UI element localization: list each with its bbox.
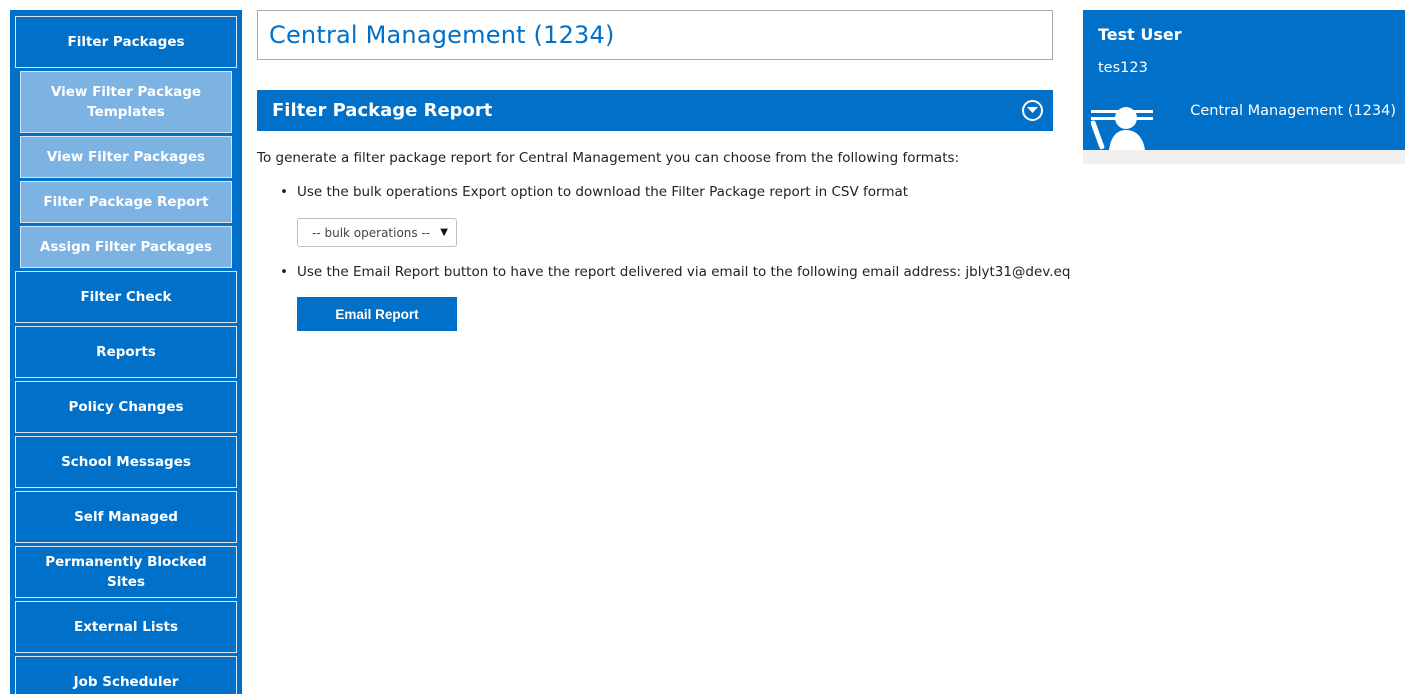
section-header: Filter Package Report	[257, 90, 1053, 131]
sidebar-item-filter-package-report[interactable]: Filter Package Report	[20, 181, 232, 223]
sidebar-item-permanently-blocked-sites[interactable]: Permanently Blocked Sites	[15, 546, 237, 598]
bullet-email-text: Use the Email Report button to have the …	[297, 264, 1071, 280]
bulk-operations-select[interactable]: -- bulk operations -- ▼	[297, 218, 457, 247]
bullet-email: Use the Email Report button to have the …	[280, 264, 1070, 280]
user-organization: Central Management (1234)	[1190, 103, 1396, 119]
sidebar-item-reports[interactable]: Reports	[15, 326, 237, 378]
page-title: Central Management (1234)	[269, 21, 615, 49]
bulk-operations-value: -- bulk operations --	[312, 225, 431, 240]
sidebar-item-external-lists[interactable]: External Lists	[15, 601, 237, 653]
sidebar-item-view-filter-packages[interactable]: View Filter Packages	[20, 136, 232, 178]
user-card-divider	[1083, 150, 1405, 164]
dropdown-arrow-icon: ▼	[440, 227, 448, 238]
sidebar: Filter Packages View Filter Package Temp…	[10, 10, 242, 694]
sidebar-item-self-managed[interactable]: Self Managed	[15, 491, 237, 543]
page-title-box: Central Management (1234)	[257, 10, 1053, 60]
intro-text: To generate a filter package report for …	[257, 150, 960, 166]
user-name: Test User	[1098, 25, 1182, 44]
sidebar-item-view-filter-package-templates[interactable]: View Filter Package Templates	[20, 71, 232, 133]
chevron-down-icon[interactable]	[1022, 100, 1043, 121]
bullet-export: Use the bulk operations Export option to…	[280, 184, 908, 200]
user-id: tes123	[1098, 60, 1148, 76]
sidebar-item-job-scheduler[interactable]: Job Scheduler	[15, 656, 237, 694]
section-title: Filter Package Report	[272, 100, 493, 121]
sidebar-item-assign-filter-packages[interactable]: Assign Filter Packages	[20, 226, 232, 268]
sidebar-item-filter-check[interactable]: Filter Check	[15, 271, 237, 323]
sidebar-item-filter-packages[interactable]: Filter Packages	[15, 16, 237, 68]
bullet-export-text: Use the bulk operations Export option to…	[297, 184, 909, 200]
user-card: Test User tes123 Central Management (123…	[1083, 10, 1405, 150]
sidebar-item-policy-changes[interactable]: Policy Changes	[15, 381, 237, 433]
sidebar-item-school-messages[interactable]: School Messages	[15, 436, 237, 488]
user-avatar-icon	[1090, 102, 1155, 154]
email-report-button[interactable]: Email Report	[297, 297, 457, 331]
